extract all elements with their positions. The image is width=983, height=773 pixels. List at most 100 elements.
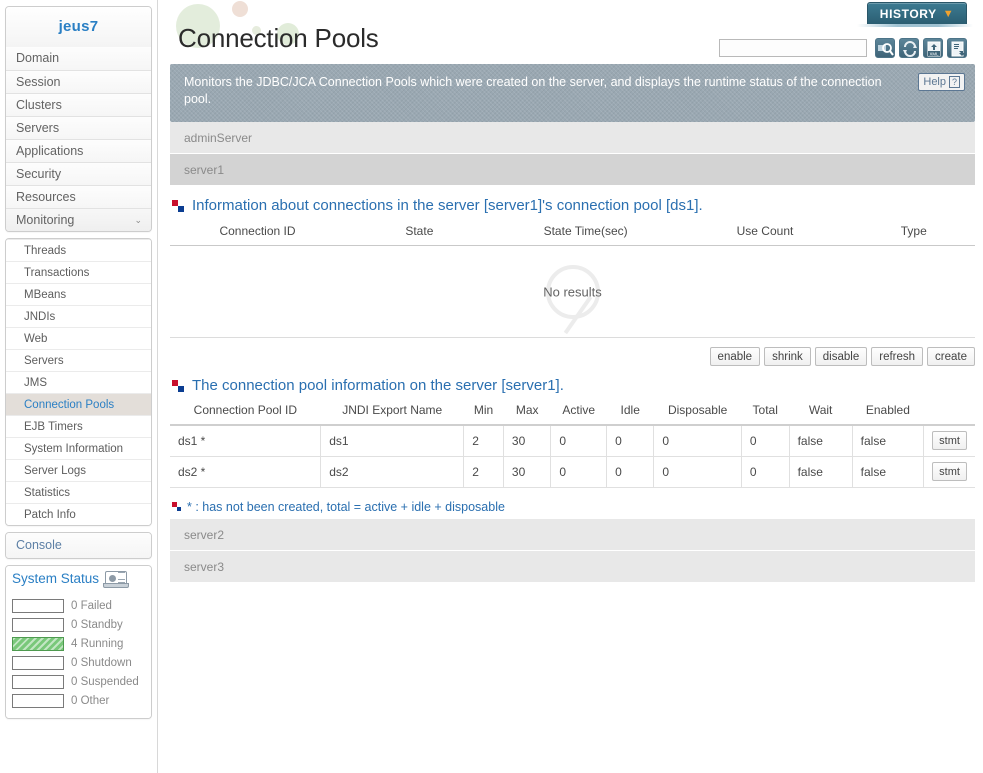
search-input[interactable]: [719, 39, 867, 57]
sidebar-item-servers[interactable]: Servers: [6, 116, 151, 139]
sidebar-subitem-jms[interactable]: JMS: [6, 371, 151, 393]
sidebar-subitem-server-logs[interactable]: Server Logs: [6, 459, 151, 481]
sidebar-item-domain[interactable]: Domain: [6, 47, 151, 70]
sidebar-item-applications[interactable]: Applications: [6, 139, 151, 162]
connections-header-row: Connection ID State State Time(sec) Use Cou…: [170, 218, 975, 246]
sidebar-item-label: Session: [16, 75, 61, 89]
cell-idle: 0: [606, 424, 654, 457]
sidebar: jeus7 Domain Session Clusters Servers Applic…: [0, 0, 158, 773]
sidebar-subitem-jndis[interactable]: JNDIs: [6, 305, 151, 327]
cell-total: 0: [740, 424, 790, 457]
shrink-button[interactable]: shrink: [764, 347, 811, 366]
status-row-label: 0 Failed: [71, 599, 112, 612]
stmt-button[interactable]: stmt: [932, 431, 967, 451]
history-underline: [857, 24, 973, 27]
status-bar: [12, 655, 64, 670]
chevron-down-icon: ⌄: [134, 215, 142, 225]
status-bar: [12, 674, 64, 689]
sidebar-subitem-statistics[interactable]: Statistics: [6, 481, 151, 503]
pool-table-body: ds1 * ds1 2 30 0 0 0 0 false false stmt ds2 * ds2 2 30…: [170, 424, 975, 488]
cell-pool_id: ds1 *: [170, 424, 321, 457]
sidebar-item-clusters[interactable]: Clusters: [6, 93, 151, 116]
sidebar-subitem-connection-pools[interactable]: Connection Pools: [6, 393, 151, 415]
column-header: Enabled: [852, 398, 924, 426]
sidebar-subitem-servers[interactable]: Servers: [6, 349, 151, 371]
column-header: Use Count: [677, 218, 853, 246]
sidebar-submenu-panel: Threads Transactions MBeans JNDIs Web Servers…: [5, 238, 152, 526]
search-icon[interactable]: [875, 38, 895, 58]
pool-section-heading: The connection pool information on the s…: [172, 377, 975, 394]
cell-wait: false: [788, 455, 853, 488]
system-status-header: System Status: [6, 566, 151, 591]
disable-button[interactable]: disable: [814, 347, 868, 366]
server-row-server3[interactable]: server3: [170, 550, 975, 583]
connections-table-head: Connection ID State State Time(sec) Use Cou…: [170, 218, 975, 246]
server-list-top: adminServer server1: [170, 122, 975, 186]
cell-idle: 0: [606, 455, 654, 488]
column-header: Total: [741, 398, 790, 426]
sidebar-subitem-ejb-timers[interactable]: EJB Timers: [6, 415, 151, 437]
system-status-title: System Status: [12, 571, 100, 586]
pool-table-head: Connection Pool ID JNDI Export Name Min Max…: [170, 398, 975, 426]
enable-button[interactable]: enable: [709, 347, 761, 366]
table-row[interactable]: ds2 * ds2 2 30 0 0 0 0 false false stmt: [170, 455, 975, 488]
create-button[interactable]: create: [927, 347, 975, 366]
connections-empty-state: No results: [170, 246, 975, 338]
cell-min: 2: [463, 424, 504, 457]
cell-active: 0: [550, 455, 607, 488]
sidebar-subitem-threads[interactable]: Threads: [6, 239, 151, 261]
column-header: Connection Pool ID: [170, 398, 321, 426]
cell-active: 0: [550, 424, 607, 457]
system-status-panel: System Status 0 Failed 0 Standby 4 Running…: [5, 565, 152, 719]
column-header: Max: [503, 398, 551, 426]
status-bar: [12, 636, 64, 651]
connections-section-title: Information about connections in the ser…: [192, 197, 703, 214]
sidebar-subitem-system-information[interactable]: System Information: [6, 437, 151, 459]
sidebar-subitem-mbeans[interactable]: MBeans: [6, 283, 151, 305]
help-label: Help: [923, 76, 946, 88]
connections-section-heading: Information about connections in the ser…: [172, 197, 975, 214]
sidebar-item-console[interactable]: Console: [6, 533, 151, 558]
refresh-icon[interactable]: [899, 38, 919, 58]
sidebar-subitem-patch-info[interactable]: Patch Info: [6, 503, 151, 525]
history-button[interactable]: HISTORY ▼: [867, 2, 967, 24]
cell-pool_id: ds2 *: [170, 455, 321, 488]
cell-enabled: false: [851, 455, 924, 488]
connection-pool-table: Connection Pool ID JNDI Export Name Min Max…: [170, 398, 975, 488]
sidebar-item-session[interactable]: Session: [6, 70, 151, 93]
sidebar-item-label: Applications: [16, 144, 84, 158]
laptop-icon[interactable]: [103, 571, 130, 588]
application-window: jeus7 Domain Session Clusters Servers Applic…: [0, 0, 983, 773]
server-row-adminServer[interactable]: adminServer: [170, 122, 975, 154]
cell-action: stmt: [923, 455, 975, 488]
status-row-label: 0 Suspended: [71, 675, 139, 688]
sidebar-item-resources[interactable]: Resources: [6, 185, 151, 208]
sidebar-item-label: Security: [16, 167, 62, 181]
sidebar-subitem-transactions[interactable]: Transactions: [6, 261, 151, 283]
pool-header-row: Connection Pool ID JNDI Export Name Min Max…: [170, 398, 975, 426]
sidebar-subitem-web[interactable]: Web: [6, 327, 151, 349]
system-status-row: 0 Shutdown: [12, 653, 145, 672]
cell-jndi: ds1: [320, 424, 464, 457]
sidebar-item-security[interactable]: Security: [6, 162, 151, 185]
info-banner: Monitors the JDBC/JCA Connection Pools w…: [170, 64, 975, 122]
no-results-text: No results: [543, 284, 602, 299]
system-status-row: 0 Suspended: [12, 672, 145, 691]
report-export-icon[interactable]: [947, 38, 967, 58]
server-row-server2[interactable]: server2: [170, 518, 975, 551]
section-marker-icon: [172, 199, 184, 212]
system-status-row: 0 Other: [12, 691, 145, 710]
xml-export-icon[interactable]: XML: [923, 38, 943, 58]
sidebar-item-monitoring[interactable]: Monitoring ⌄: [6, 208, 151, 231]
refresh-button[interactable]: refresh: [871, 347, 924, 366]
status-bar: [12, 598, 64, 613]
server-row-server1[interactable]: server1: [170, 154, 975, 186]
stmt-button[interactable]: stmt: [932, 462, 967, 481]
cell-min: 2: [463, 455, 504, 488]
status-row-label: 0 Standby: [71, 618, 123, 631]
page-title: Connection Pools: [178, 23, 379, 54]
table-row[interactable]: ds1 * ds1 2 30 0 0 0 0 false false stmt: [170, 424, 975, 457]
sidebar-item-label: Clusters: [16, 98, 62, 112]
help-button[interactable]: Help ?: [918, 73, 965, 91]
column-header: Idle: [606, 398, 654, 426]
